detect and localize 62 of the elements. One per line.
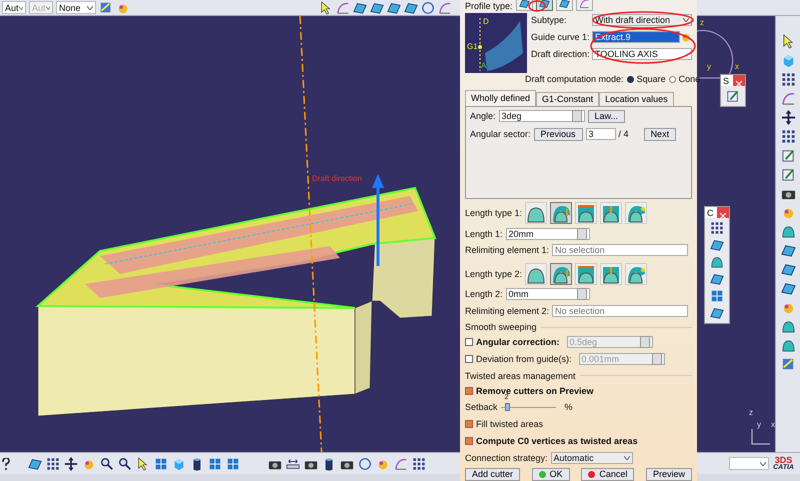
field-label: Draft computation mode: [525,74,624,84]
dropdown[interactable]: None [56,1,96,14]
relimiting-field[interactable]: No selection [552,244,688,256]
tab[interactable]: Wholly defined [465,90,536,106]
sector-field[interactable]: 3 [586,128,616,140]
logo-mark: 3DS [774,456,792,464]
checkbox-label: Angular correction: [476,337,560,348]
axis-label: y [707,62,711,71]
field-label: Angular sector: [470,129,531,140]
toolbar-title: S [722,76,730,86]
angle-field[interactable]: 3deg [498,110,585,122]
sector-total: / 4 [618,129,629,140]
diagram-label: G1 [467,42,478,51]
field-label: Length 1: [465,228,503,239]
field-label: Length type 1: [465,208,522,218]
option-label: Square [636,74,666,84]
field-label: Subtype: [531,14,568,25]
dropdown[interactable]: Aut [2,1,26,14]
value-field: 0.5deg [566,336,653,348]
length-field[interactable]: 20mm [506,228,590,240]
value-field: 0.001mm [578,352,665,365]
field-label: Relimiting element 2: [465,306,550,316]
checkbox-label: Remove cutters on Preview [476,386,594,396]
diagram-label: D [483,16,489,26]
dialog-button[interactable]: Cancel [581,468,634,481]
subtype-dropdown[interactable]: With draft direction [592,14,692,26]
viewport-label: Draft direction [312,174,362,183]
law-button[interactable]: Law... [588,110,626,123]
next-button[interactable]: Next [644,128,676,141]
field-label: Draft direction: [531,48,591,59]
field-label: Setback [465,402,498,412]
length-field[interactable]: 0mm [506,288,590,300]
checkbox-label: Fill twisted areas [476,419,544,430]
axis-label: y [757,420,761,429]
dialog-button[interactable]: OK [532,468,570,481]
option-label: Cone [678,74,700,84]
tab[interactable]: G1-Constant [536,92,600,106]
relimiting-field[interactable]: No selection [552,304,688,317]
field-label: Length type 2: [465,268,522,279]
dialog-button[interactable]: Preview [646,468,692,481]
axis-label: x [735,62,739,71]
section-title: Twisted areas management [465,370,576,381]
unit-label: % [564,402,573,412]
field-label: Relimiting element 1: [465,245,550,256]
checkbox-label: Compute C0 vertices as twisted areas [476,436,638,446]
field-label: Connection strategy: [465,452,548,463]
diagram-label: A [481,60,486,70]
connection-strategy-dropdown[interactable]: Automatic [550,452,633,464]
dropdown: Aut [29,1,53,14]
field-label: Guide curve 1: [531,32,591,42]
section-title: Smooth sweeping [465,322,537,332]
axis-label: x [771,420,775,429]
field-label: Profile type: [465,0,513,11]
axis-label: z [700,18,704,27]
checkbox-label: Deviation from guide(s): [476,354,572,364]
field-label: Length 2: [465,288,503,299]
tab[interactable]: Location values [599,92,674,106]
toolbar-title: C [706,208,714,218]
field-label: Angle: [470,111,496,122]
dialog-button[interactable]: Add cutter [465,468,520,481]
previous-button[interactable]: Previous [534,128,583,141]
axis-label: z [749,408,753,417]
